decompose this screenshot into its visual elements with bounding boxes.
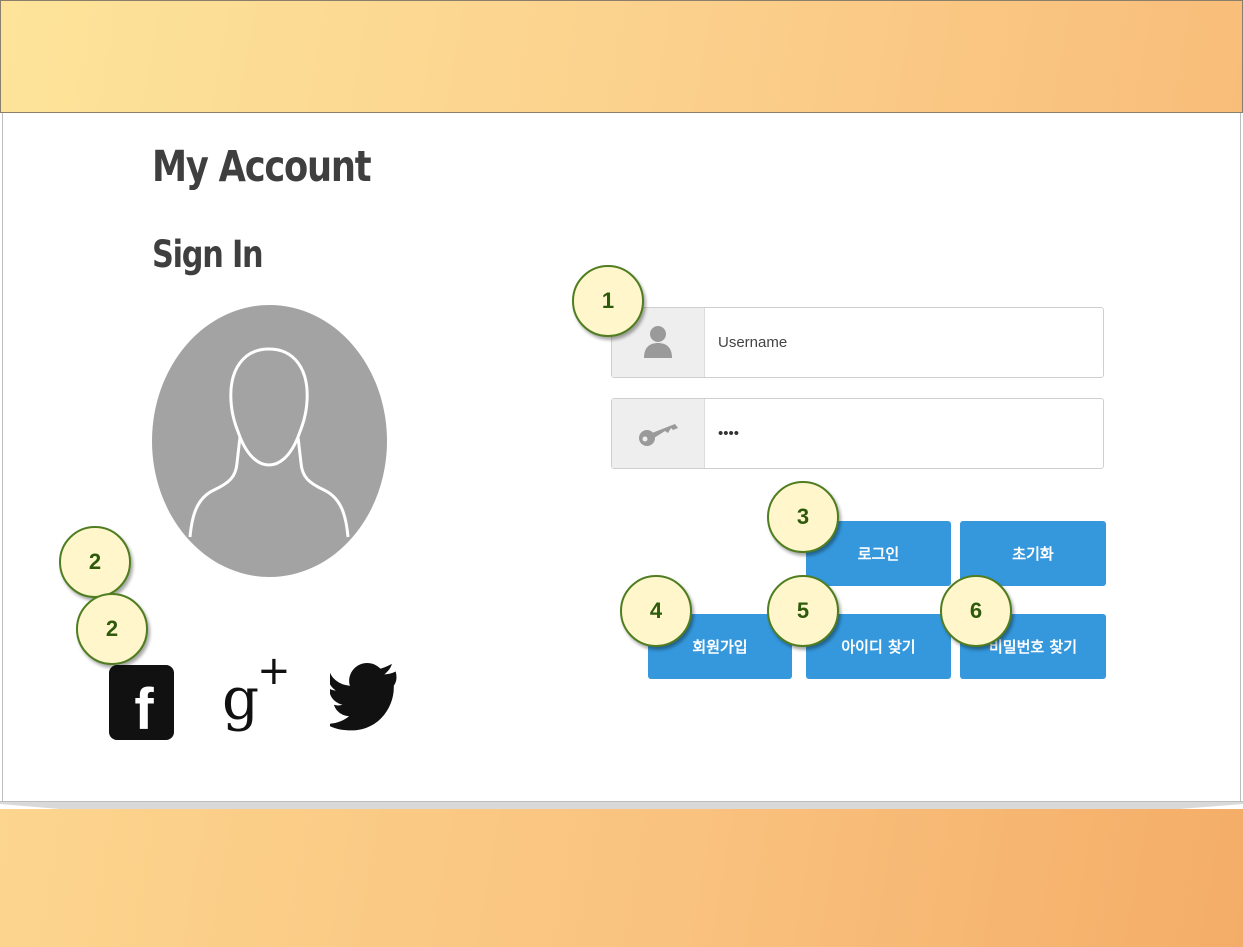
password-input[interactable] bbox=[718, 399, 1088, 468]
annotation-badge-5: 5 bbox=[767, 575, 839, 647]
password-addon bbox=[612, 399, 705, 468]
googleplus-icon[interactable]: g+ bbox=[222, 651, 291, 727]
annotation-badge-6: 6 bbox=[940, 575, 1012, 647]
annotation-badge-2a: 2 bbox=[59, 526, 131, 598]
annotation-badge-4: 4 bbox=[620, 575, 692, 647]
twitter-icon[interactable] bbox=[330, 662, 397, 734]
page-title: My Account bbox=[152, 142, 372, 192]
annotation-badge-2b: 2 bbox=[76, 593, 148, 665]
facebook-icon[interactable]: f bbox=[109, 665, 174, 740]
avatar-silhouette-icon bbox=[152, 305, 387, 577]
username-field bbox=[611, 307, 1104, 378]
username-input[interactable] bbox=[718, 308, 1088, 377]
top-header-band bbox=[0, 0, 1243, 113]
annotation-badge-3: 3 bbox=[767, 481, 839, 553]
googleplus-plus: + bbox=[257, 648, 290, 694]
bottom-footer-band bbox=[0, 809, 1243, 947]
password-field bbox=[611, 398, 1104, 469]
facebook-letter: f bbox=[134, 677, 154, 740]
annotation-badge-1: 1 bbox=[572, 265, 644, 337]
sign-in-heading: Sign In bbox=[152, 233, 264, 276]
googleplus-g: g bbox=[222, 664, 259, 733]
user-icon bbox=[644, 325, 672, 358]
key-icon bbox=[639, 423, 678, 446]
